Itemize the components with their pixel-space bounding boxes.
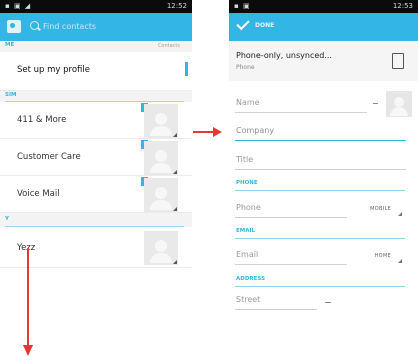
corner-icon bbox=[173, 207, 177, 211]
arrow-down-icon bbox=[23, 345, 33, 356]
divider bbox=[235, 190, 405, 191]
contact-item[interactable]: Customer Care bbox=[0, 139, 192, 176]
phone-type-selector[interactable]: MOBILE bbox=[349, 200, 403, 218]
search-placeholder: Find contacts bbox=[43, 22, 97, 31]
phone-type-label: MOBILE bbox=[370, 206, 391, 212]
account-selector[interactable]: Phone-only, unsynced... Phone bbox=[229, 41, 418, 81]
section-label-me: ME bbox=[5, 42, 15, 48]
corner-icon bbox=[173, 170, 177, 174]
contact-item[interactable]: Voice Mail bbox=[0, 176, 192, 213]
contact-name: Customer Care bbox=[17, 152, 81, 162]
title-field[interactable]: Title bbox=[235, 152, 406, 170]
section-label-sim: SIM bbox=[5, 92, 17, 98]
company-placeholder: Company bbox=[236, 126, 275, 135]
field-underline bbox=[235, 217, 347, 218]
contact-avatar[interactable] bbox=[144, 231, 178, 265]
field-underline bbox=[235, 169, 406, 170]
contacts-app-icon[interactable] bbox=[7, 20, 21, 33]
account-name: Phone-only, unsynced... bbox=[236, 51, 332, 60]
expand-name-icon[interactable] bbox=[373, 103, 378, 104]
field-underline bbox=[235, 112, 367, 113]
add-contact-screen: ▪ ▣ 12:53 DONE Phone-only, unsynced... P… bbox=[229, 0, 418, 340]
contact-name: 411 & More bbox=[17, 115, 67, 125]
contact-photo[interactable] bbox=[386, 91, 412, 117]
status-time: 12:52 bbox=[166, 2, 187, 10]
name-field[interactable]: Name bbox=[235, 95, 367, 113]
phone-field[interactable]: Phone bbox=[235, 200, 347, 218]
address-section-label: ADDRESS bbox=[236, 276, 266, 282]
search-icon bbox=[30, 21, 39, 30]
email-section-header: EMAIL bbox=[235, 228, 405, 239]
status-bar: ▪ ▣ 12:53 bbox=[229, 0, 418, 13]
profile-label: Set up my profile bbox=[17, 65, 91, 75]
notification-icons: ▪ ▣ bbox=[234, 2, 251, 10]
contact-avatar[interactable] bbox=[144, 178, 178, 212]
phone-section-label: PHONE bbox=[236, 180, 258, 186]
arrow-down-line bbox=[27, 248, 29, 347]
corner-icon bbox=[173, 133, 177, 137]
expand-address-icon[interactable] bbox=[325, 302, 331, 303]
email-type-selector[interactable]: HOME bbox=[349, 247, 403, 265]
section-header-y: Y bbox=[0, 213, 192, 227]
section-header-me: ME Contacts bbox=[0, 41, 192, 52]
contact-avatar[interactable] bbox=[144, 104, 178, 138]
section-header-sim: SIM bbox=[0, 91, 192, 102]
check-icon[interactable] bbox=[236, 16, 250, 31]
contacts-count: Contacts bbox=[157, 43, 180, 49]
account-type: Phone bbox=[236, 64, 255, 71]
contact-name: Voice Mail bbox=[17, 189, 60, 199]
action-bar: Find contacts bbox=[0, 13, 192, 41]
contact-avatar[interactable] bbox=[144, 141, 178, 175]
title-placeholder: Title bbox=[236, 155, 254, 164]
phone-placeholder: Phone bbox=[236, 203, 261, 212]
notification-icons: ▪ ▣ ◢ bbox=[5, 2, 32, 10]
action-bar[interactable]: DONE bbox=[229, 13, 418, 41]
done-button[interactable]: DONE bbox=[255, 22, 274, 29]
divider bbox=[235, 238, 405, 239]
status-bar: ▪ ▣ ◢ 12:52 bbox=[0, 0, 192, 13]
email-placeholder: Email bbox=[236, 250, 259, 259]
corner-icon bbox=[173, 260, 177, 264]
field-underline bbox=[235, 309, 317, 310]
search-input[interactable]: Find contacts bbox=[30, 21, 180, 35]
email-section-label: EMAIL bbox=[236, 228, 256, 234]
phone-device-icon bbox=[392, 53, 404, 69]
email-field[interactable]: Email bbox=[235, 247, 347, 265]
set-up-profile-item[interactable]: Set up my profile bbox=[0, 52, 192, 91]
section-label-y: Y bbox=[5, 216, 9, 222]
field-underline bbox=[235, 264, 347, 265]
arrow-right-line bbox=[193, 131, 213, 133]
name-placeholder: Name bbox=[236, 98, 260, 107]
dropdown-icon bbox=[398, 212, 402, 216]
phone-section-header: PHONE bbox=[235, 180, 405, 191]
street-field[interactable]: Street bbox=[235, 292, 317, 310]
email-type-label: HOME bbox=[374, 253, 391, 259]
dropdown-icon bbox=[398, 259, 402, 263]
arrow-right-icon bbox=[213, 127, 222, 137]
address-section-header: ADDRESS bbox=[235, 276, 405, 287]
street-placeholder: Street bbox=[236, 295, 261, 304]
status-time: 12:53 bbox=[392, 2, 413, 10]
contact-item[interactable]: 411 & More bbox=[0, 102, 192, 139]
company-field[interactable]: Company bbox=[235, 123, 406, 141]
divider bbox=[235, 286, 405, 287]
field-underline bbox=[235, 139, 406, 141]
